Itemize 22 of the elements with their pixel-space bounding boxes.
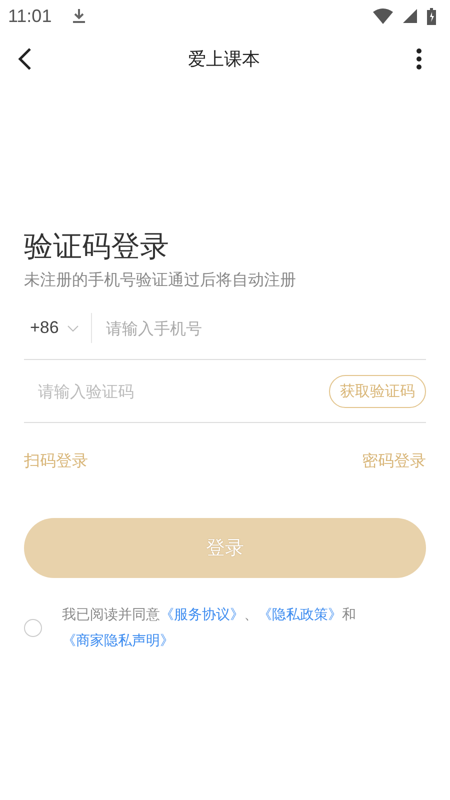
battery-icon bbox=[427, 8, 436, 24]
more-icon[interactable] bbox=[416, 48, 422, 70]
download-icon bbox=[72, 8, 86, 24]
page-title: 爱上课本 bbox=[188, 48, 260, 71]
code-input[interactable]: 请输入验证码 bbox=[24, 380, 329, 402]
agreement-text: 我已阅读并同意《服务协议》、《隐私政策》和 《商家隐私声明》 bbox=[62, 606, 357, 651]
agreement-link[interactable]: 《隐私政策》 bbox=[258, 607, 342, 623]
login-method-link[interactable]: 密码登录 bbox=[362, 451, 426, 472]
agreement-link[interactable]: 《服务协议》 bbox=[160, 607, 244, 623]
chevron-down-icon bbox=[66, 324, 79, 332]
get-code-button[interactable]: 获取验证码 bbox=[329, 374, 426, 408]
back-icon[interactable] bbox=[18, 47, 32, 71]
status-time: 11:01 bbox=[8, 6, 52, 26]
signal-icon bbox=[403, 9, 417, 23]
wifi-icon bbox=[373, 8, 393, 24]
agreement-link[interactable]: 《商家隐私声明》 bbox=[62, 633, 174, 649]
login-subtitle: 未注册的手机号验证通过后将自动注册 bbox=[24, 270, 297, 291]
login-heading: 验证码登录 bbox=[24, 228, 170, 264]
agreement-checkbox[interactable] bbox=[24, 619, 42, 637]
login-method-link[interactable]: 扫码登录 bbox=[24, 451, 88, 472]
phone-input[interactable]: 请输入手机号 bbox=[92, 318, 426, 338]
country-code-selector[interactable]: +86 bbox=[24, 313, 92, 343]
